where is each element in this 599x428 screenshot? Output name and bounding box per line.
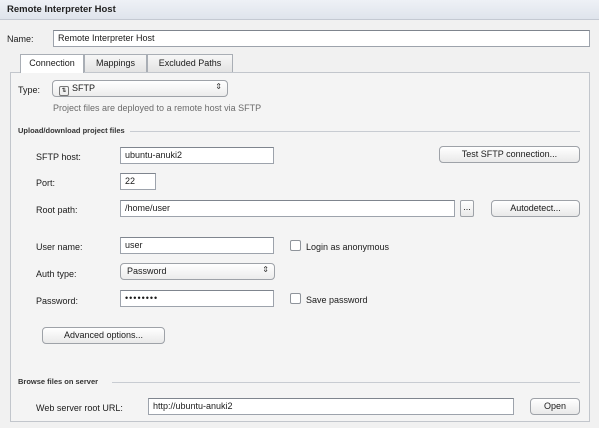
password-input[interactable]: •••••••• (120, 290, 274, 307)
tab-excluded-paths[interactable]: Excluded Paths (147, 54, 233, 72)
user-name-input[interactable]: user (120, 237, 274, 254)
auth-type-label: Auth type: (36, 269, 77, 279)
window-titlebar: Remote Interpreter Host (0, 0, 599, 20)
name-input[interactable]: Remote Interpreter Host (53, 30, 590, 47)
name-label: Name: (7, 34, 34, 44)
auth-type-select[interactable]: Password ⇕ (120, 263, 275, 280)
type-label: Type: (18, 85, 41, 95)
auth-type-value: Password (127, 266, 167, 276)
user-name-label: User name: (36, 242, 83, 252)
browse-section-title: Browse files on server (18, 377, 99, 386)
root-path-input[interactable]: /home/user (120, 200, 455, 217)
type-select-value: SFTP (72, 83, 96, 93)
sftp-icon: ⇅ (59, 86, 69, 96)
root-path-label: Root path: (36, 205, 78, 215)
type-hint: Project files are deployed to a remote h… (53, 103, 262, 113)
save-password-label: Save password (306, 295, 368, 305)
save-password-checkbox[interactable] (290, 293, 301, 304)
remote-host-dialog: Remote Interpreter Host Name: Remote Int… (0, 0, 599, 428)
password-label: Password: (36, 296, 79, 306)
tab-connection[interactable]: Connection (20, 54, 84, 73)
window-title: Remote Interpreter Host (7, 4, 116, 15)
advanced-options-button[interactable]: Advanced options... (42, 327, 165, 344)
upload-section-title: Upload/download project files (18, 126, 125, 135)
web-root-url-input[interactable]: http://ubuntu-anuki2 (148, 398, 514, 415)
port-label: Port: (36, 178, 56, 188)
upload-section-divider (130, 131, 580, 132)
root-path-browse-button[interactable]: ... (460, 200, 474, 217)
type-select[interactable]: ⇅ SFTP ⇕ (52, 80, 228, 97)
test-sftp-connection-button[interactable]: Test SFTP connection... (439, 146, 580, 163)
sftp-host-input[interactable]: ubuntu-anuki2 (120, 147, 274, 164)
browse-section-divider (112, 382, 580, 383)
tab-mappings[interactable]: Mappings (84, 54, 147, 72)
sftp-host-label: SFTP host: (36, 152, 81, 162)
select-arrows-icon: ⇕ (215, 82, 222, 91)
login-anonymous-label: Login as anonymous (306, 242, 390, 252)
open-button[interactable]: Open (530, 398, 580, 415)
autodetect-button[interactable]: Autodetect... (491, 200, 580, 217)
web-root-label: Web server root URL: (36, 403, 123, 413)
port-input[interactable]: 22 (120, 173, 156, 190)
login-anonymous-checkbox[interactable] (290, 240, 301, 251)
select-arrows-icon: ⇕ (262, 265, 269, 274)
